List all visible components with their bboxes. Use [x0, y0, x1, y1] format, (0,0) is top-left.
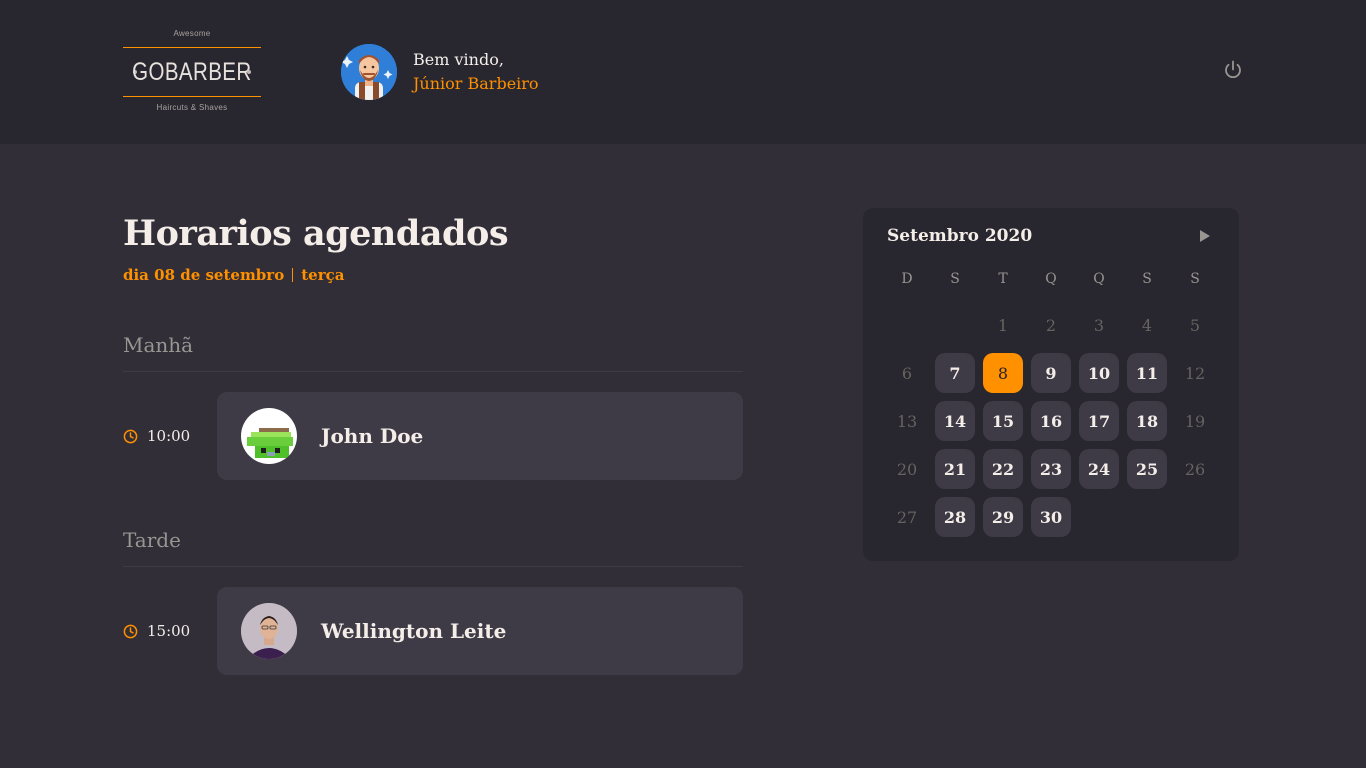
client-name: Wellington Leite: [321, 619, 507, 643]
signout-button[interactable]: [1221, 58, 1245, 82]
calendar-day[interactable]: 29: [983, 497, 1023, 537]
calendar-weekday-header: D: [901, 271, 913, 287]
calendar-day: 3: [1093, 315, 1105, 335]
calendar: Setembro 2020 D S T Q Q S S 1 2 3 4 5 6 7 8 9 10 11 12 13 14…: [863, 208, 1239, 561]
calendar-day: 1: [997, 315, 1009, 335]
client-name: John Doe: [321, 424, 424, 448]
header: Awesome GOBARBER Haircuts & Shaves Bem v…: [0, 0, 1366, 144]
pixel-art-avatar: [241, 408, 297, 464]
appointment-time: 15:00: [123, 622, 190, 640]
calendar-weekday-header: T: [998, 271, 1008, 287]
calendar-weekday-header: Q: [1093, 271, 1105, 287]
client-avatar: [241, 603, 297, 659]
logo-name: GOBARBER: [132, 57, 252, 86]
calendar-day[interactable]: 11: [1127, 353, 1167, 393]
date-label: dia 08 de setembro: [123, 266, 285, 284]
calendar-day: 19: [1184, 411, 1206, 431]
calendar-day[interactable]: 15: [983, 401, 1023, 441]
appointment-time-label: 15:00: [147, 622, 191, 640]
calendar-day: 12: [1184, 363, 1206, 383]
welcome-block: Bem vindo, Júnior Barbeiro: [413, 50, 539, 94]
user-name-link[interactable]: Júnior Barbeiro: [413, 74, 539, 94]
calendar-day[interactable]: 17: [1079, 401, 1119, 441]
user-avatar[interactable]: [341, 44, 397, 100]
logo-tagline-top: Awesome: [173, 29, 211, 38]
calendar-day[interactable]: 22: [983, 449, 1023, 489]
calendar-day[interactable]: 7: [935, 353, 975, 393]
logo-wordmark-box: GOBARBER: [123, 47, 261, 97]
calendar-weekday-header: S: [950, 271, 960, 287]
calendar-day[interactable]: 21: [935, 449, 975, 489]
calendar-day: 2: [1045, 315, 1057, 335]
clock-icon: [123, 624, 138, 638]
appointment-card[interactable]: Wellington Leite: [217, 587, 743, 675]
date-subtitle: dia 08 de setembro terça: [123, 265, 344, 285]
calendar-month-label: Setembro 2020: [887, 226, 1033, 246]
calendar-day: 27: [896, 507, 918, 527]
play-right-icon: [1200, 230, 1210, 242]
weekday-label: terça: [301, 266, 345, 284]
clock-icon: [123, 429, 138, 443]
calendar-day[interactable]: 28: [935, 497, 975, 537]
logo-tagline-bottom: Haircuts & Shaves: [156, 103, 228, 112]
gobarber-logo[interactable]: Awesome GOBARBER Haircuts & Shaves: [123, 28, 261, 116]
logo-dot-right: [247, 70, 251, 74]
calendar-weekday-header: Q: [1045, 271, 1057, 287]
photo-avatar: [241, 603, 297, 659]
calendar-day[interactable]: 30: [1031, 497, 1071, 537]
calendar-day: 5: [1189, 315, 1201, 335]
appointment-card[interactable]: John Doe: [217, 392, 743, 480]
calendar-day[interactable]: 16: [1031, 401, 1071, 441]
calendar-day[interactable]: 25: [1127, 449, 1167, 489]
calendar-day[interactable]: 23: [1031, 449, 1071, 489]
calendar-day: 13: [896, 411, 918, 431]
calendar-day[interactable]: 18: [1127, 401, 1167, 441]
appointment-time: 10:00: [123, 427, 190, 445]
next-month-button[interactable]: [1198, 228, 1212, 244]
calendar-day[interactable]: 10: [1079, 353, 1119, 393]
calendar-weekday-header: S: [1190, 271, 1200, 287]
calendar-day: 26: [1184, 459, 1206, 479]
subtitle-divider: [292, 268, 294, 282]
page-title: Horarios agendados: [123, 213, 509, 254]
calendar-weekday-header: S: [1142, 271, 1152, 287]
appointment-time-label: 10:00: [147, 427, 191, 445]
barber-avatar-illustration: [341, 44, 397, 100]
calendar-day: 6: [901, 363, 913, 383]
calendar-day[interactable]: 9: [1031, 353, 1071, 393]
calendar-day-selected[interactable]: 8: [983, 353, 1023, 393]
afternoon-section-title: Tarde: [123, 528, 743, 567]
morning-section-title: Manhã: [123, 333, 743, 372]
calendar-day[interactable]: 24: [1079, 449, 1119, 489]
power-icon: [1225, 60, 1241, 79]
calendar-day[interactable]: 14: [935, 401, 975, 441]
calendar-day: 4: [1141, 315, 1153, 335]
calendar-day: 20: [896, 459, 918, 479]
client-avatar: [241, 408, 297, 464]
welcome-text: Bem vindo,: [413, 50, 504, 69]
